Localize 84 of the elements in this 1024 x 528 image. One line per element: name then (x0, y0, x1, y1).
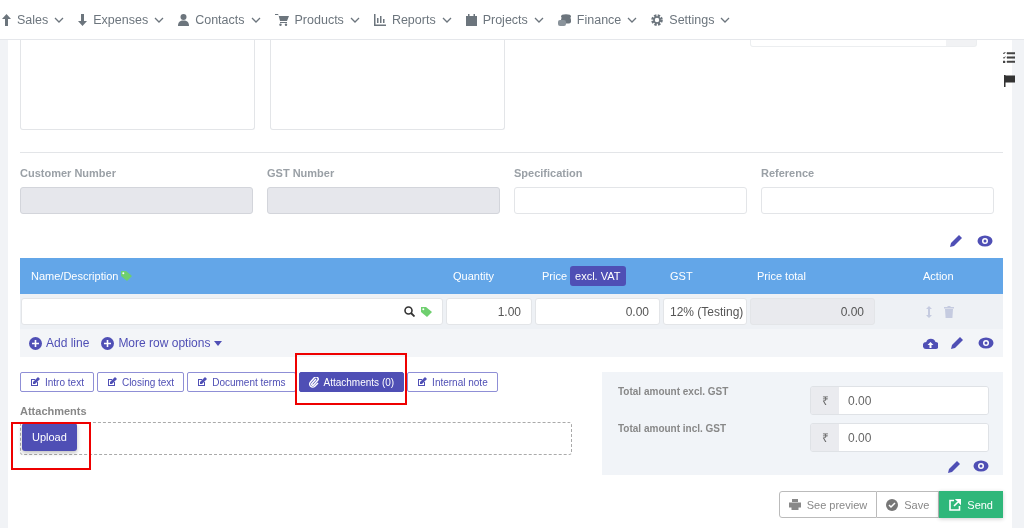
nav-menu-item[interactable]: Projects (482, 12, 528, 27)
chevron-down-icon[interactable] (533, 16, 544, 23)
total-label: Total amount excl. GST (618, 386, 730, 399)
quantity-field[interactable]: 1.00 (446, 298, 532, 325)
eye-icon[interactable] (978, 337, 994, 349)
total-label: Total amount incl. GST (618, 423, 728, 436)
tab[interactable]: Internal note (407, 372, 498, 392)
chart-icon (373, 13, 386, 26)
column-header: Name/Description (31, 270, 119, 282)
tab[interactable]: Attachments (0) (298, 372, 405, 392)
calendar-icon (465, 13, 477, 26)
section-label: Attachments (20, 405, 88, 417)
description-field[interactable] (21, 298, 443, 325)
checklist-icon[interactable] (1003, 52, 1015, 63)
edit-icon (197, 377, 208, 387)
field-label: Reference (761, 167, 816, 179)
tax-badge: excl. VAT (570, 266, 626, 286)
chevron-down-icon[interactable] (54, 16, 65, 23)
nav-menu-item[interactable]: Settings (669, 12, 715, 27)
check-circle-icon (886, 498, 899, 511)
search-icon[interactable] (404, 306, 415, 317)
chevron-down-icon[interactable] (441, 16, 452, 23)
amount-field: ₹ 0.00 (810, 423, 989, 452)
currency-symbol: ₹ (811, 424, 839, 451)
tab[interactable]: Document terms (187, 372, 296, 392)
pencil-icon[interactable] (949, 234, 963, 248)
edit-icon (417, 377, 428, 387)
external-link-icon (949, 498, 962, 511)
chevron-down-icon[interactable] (349, 16, 360, 23)
input-field[interactable] (750, 40, 977, 47)
edit-icon (106, 377, 117, 387)
tab[interactable]: Closing text (96, 372, 185, 392)
add-line-link[interactable]: Add line (46, 336, 90, 350)
pencil-icon[interactable] (947, 460, 961, 474)
tag-icon (421, 306, 432, 317)
currency-symbol: ₹ (811, 387, 839, 414)
input-field[interactable] (514, 187, 747, 214)
coins-icon (557, 13, 571, 26)
upload-button[interactable]: Upload (22, 423, 77, 451)
total-field: 0.00 (750, 298, 875, 325)
field-label: Specification (514, 167, 584, 179)
upload-dropzone[interactable]: Upload (20, 422, 572, 455)
arrow-down-icon (78, 13, 88, 26)
chevron-down-icon[interactable] (720, 16, 731, 23)
arrow-up-icon (2, 13, 11, 26)
chevron-down-icon[interactable] (154, 16, 165, 23)
cart-icon (274, 13, 289, 26)
input-field[interactable] (761, 187, 994, 214)
nav-menu-item[interactable]: Products (294, 12, 344, 27)
tab[interactable]: Intro text (20, 372, 94, 392)
cloud-upload-icon[interactable] (923, 337, 938, 349)
flag-icon[interactable] (1003, 75, 1015, 87)
preview-button[interactable]: See preview (778, 491, 878, 518)
row-options-link[interactable]: More row options (118, 336, 211, 350)
plus-circle-icon (101, 336, 115, 350)
amount-field: ₹ 0.00 (810, 386, 989, 415)
gst-select[interactable]: 12% (Testing) (663, 298, 747, 325)
chevron-down-icon[interactable] (627, 16, 638, 23)
field-label: GST Number (267, 167, 336, 179)
paperclip-icon (308, 376, 319, 388)
column-header: Price (542, 270, 568, 282)
caret-down-icon[interactable] (214, 340, 223, 346)
user-icon (178, 13, 190, 26)
save-button[interactable]: Save (877, 491, 940, 518)
column-header: Action (923, 270, 954, 282)
eye-icon[interactable] (973, 460, 989, 472)
nav-menu-item[interactable]: Reports (391, 12, 436, 27)
plus-circle-icon (29, 336, 42, 350)
settings-icon (651, 13, 664, 26)
tag-icon (121, 271, 133, 281)
nav-menu-item[interactable]: Finance (576, 12, 622, 27)
column-header: Price total (757, 270, 806, 282)
eye-icon[interactable] (977, 235, 993, 247)
nav-menu-item[interactable]: Expenses (93, 12, 149, 27)
nav-menu-item[interactable]: Contacts (195, 12, 245, 27)
chevron-down-icon[interactable] (250, 16, 261, 23)
column-header: GST (670, 270, 693, 282)
price-field[interactable]: 0.00 (535, 298, 660, 325)
column-header: Quantity (453, 270, 494, 282)
pencil-icon[interactable] (950, 336, 964, 350)
field-label: Customer Number (20, 167, 117, 179)
edit-icon (30, 377, 40, 387)
nav-menu-item[interactable]: Sales (17, 12, 49, 27)
printer-icon (788, 499, 801, 510)
